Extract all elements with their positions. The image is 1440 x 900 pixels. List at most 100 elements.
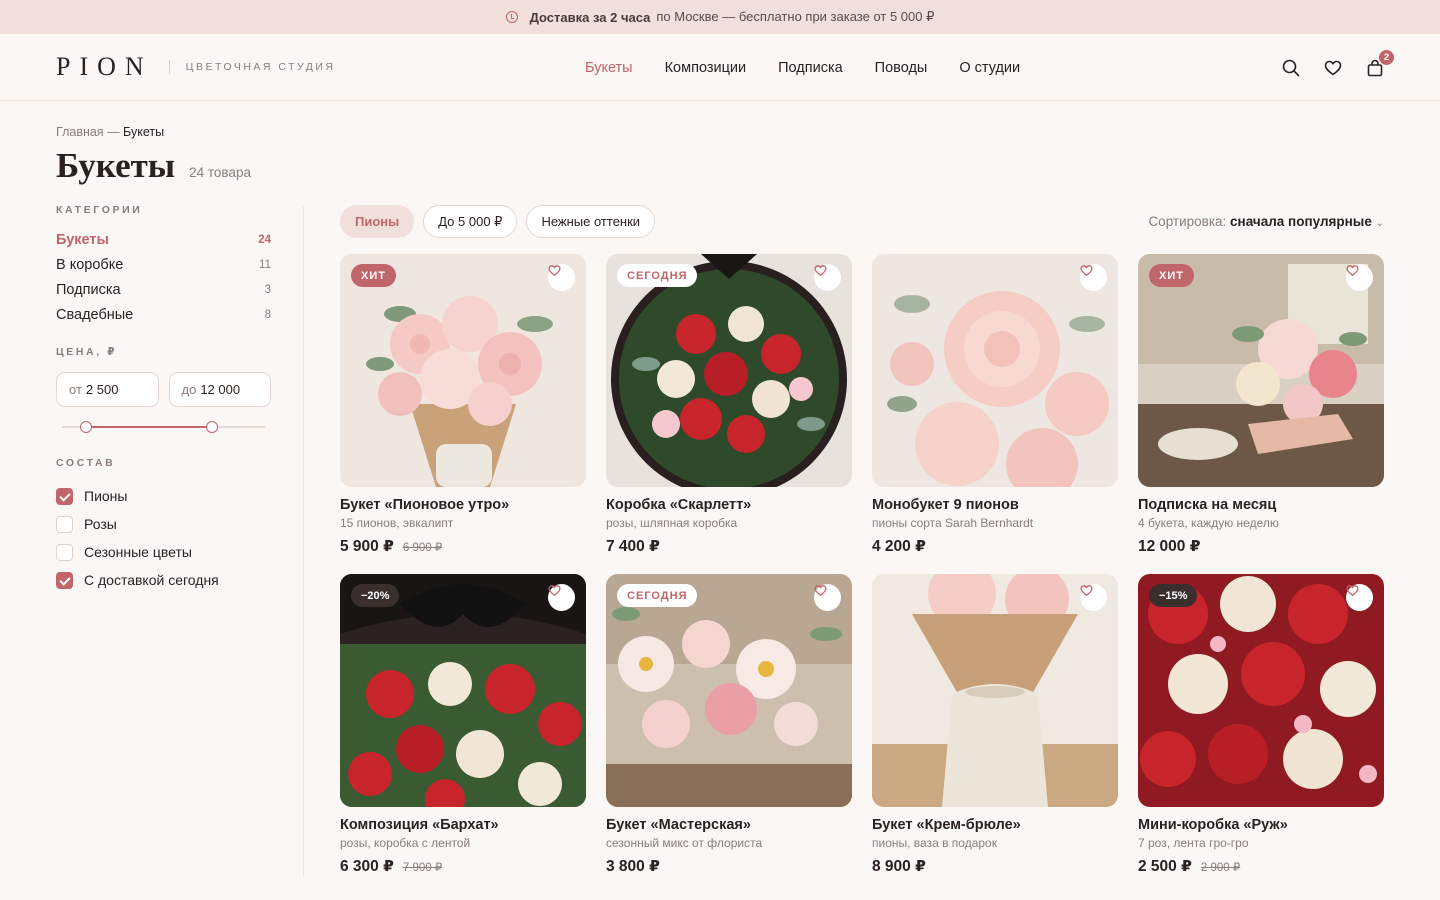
checkbox-checked[interactable]	[56, 571, 73, 589]
nav-occasions[interactable]: Поводы	[875, 60, 928, 76]
product-image[interactable]: −15%	[1138, 574, 1384, 807]
product-price: 7 400 ₽	[606, 538, 660, 555]
category-subscription[interactable]: Подписка 3	[56, 277, 271, 302]
nav-about[interactable]: О студии	[959, 60, 1020, 76]
product-card[interactable]: Букет «Крем-брюле» пионы, ваза в подарок…	[872, 574, 1118, 894]
badge-today: СЕГОДНЯ	[617, 264, 698, 287]
filter-peonies[interactable]: Пионы	[56, 482, 271, 510]
price-range-slider[interactable]	[56, 417, 271, 437]
product-title[interactable]: Монобукет 9 пионов	[872, 497, 1118, 513]
heart-icon[interactable]	[548, 584, 575, 611]
product-card[interactable]: СЕГОДНЯ Коробка «Скарлетт» розы, шляпная…	[606, 254, 852, 574]
filter-seasonal[interactable]: Сезонные цветы	[56, 538, 271, 566]
cart-badge: 2	[1379, 49, 1394, 65]
checkbox[interactable]	[56, 515, 73, 533]
category-count: 24	[258, 233, 271, 246]
product-image[interactable]: ХИТ	[1138, 254, 1384, 487]
filter-roses[interactable]: Розы	[56, 510, 271, 538]
product-description: пионы, ваза в подарок	[872, 836, 997, 850]
product-image[interactable]: ХИТ	[340, 254, 586, 487]
price-to-input[interactable]: до 12 000	[168, 372, 271, 407]
product-grid: ХИТ Букет «Пионовое утро» 15 пионов, эвк…	[340, 254, 1384, 894]
chip-under-5000[interactable]: До 5 000 ₽	[423, 205, 518, 238]
product-card[interactable]: −15% Мини-коробка «Руж» 7 роз, лента гро…	[1138, 574, 1384, 894]
product-title[interactable]: Букет «Мастерская»	[606, 817, 852, 833]
heart-icon[interactable]	[814, 584, 841, 611]
tagline: ЦВЕТОЧНАЯ СТУДИЯ	[185, 61, 336, 73]
category-bouquets[interactable]: Букеты 24	[56, 227, 271, 252]
chip-peonies[interactable]: Пионы	[340, 205, 415, 238]
search-icon[interactable]	[1282, 59, 1300, 77]
product-card[interactable]: ХИТ Подписка на месяц 4 букета, каждую н…	[1138, 254, 1384, 574]
checkbox-label: Сезонные цветы	[84, 544, 192, 560]
slider-max-handle[interactable]	[206, 421, 218, 433]
breadcrumb-current: Букеты	[123, 125, 165, 139]
heart-icon[interactable]	[1080, 264, 1107, 291]
promo-highlight: Доставка за 2 часа	[529, 9, 651, 25]
price-from-input[interactable]: от 2 500	[56, 372, 159, 407]
sort-dropdown[interactable]: Сортировка: сначала популярные ⌄	[1148, 214, 1384, 229]
product-card[interactable]: Монобукет 9 пионов пионы сорта Sarah Ber…	[872, 254, 1118, 574]
price-inputs: от 2 500 до 12 000	[56, 372, 271, 407]
category-label: Подписка	[56, 281, 121, 298]
product-card[interactable]: −20% Композиция «Бархат» розы, коробка с…	[340, 574, 586, 894]
product-price-row: 2 500 ₽ 2 900 ₽	[1138, 857, 1384, 876]
filter-delivery-today[interactable]: С доставкой сегодня	[56, 566, 271, 594]
product-card[interactable]: ХИТ Букет «Пионовое утро» 15 пионов, эвк…	[340, 254, 586, 574]
product-price-row: 3 800 ₽	[606, 857, 852, 876]
nav-compositions[interactable]: Композиции	[665, 60, 747, 76]
heart-icon[interactable]	[1346, 264, 1373, 291]
category-count: 11	[259, 258, 271, 271]
product-image[interactable]	[872, 574, 1118, 807]
logo[interactable]: PION	[56, 52, 153, 82]
product-description: 4 букета, каждую неделю	[1138, 516, 1279, 530]
category-list: Букеты 24 В коробке 11 Подписка 3 Свадеб…	[56, 227, 271, 327]
product-price: 3 800 ₽	[606, 858, 660, 875]
product-image[interactable]: СЕГОДНЯ	[606, 254, 852, 487]
product-image[interactable]	[872, 254, 1118, 487]
heart-icon[interactable]	[1080, 584, 1107, 611]
main-nav: Букеты Композиции Подписка Поводы О студ…	[585, 34, 1020, 101]
nav-bouquets[interactable]: Букеты	[585, 60, 633, 76]
chevron-down-icon: ⌄	[1375, 218, 1384, 229]
product-description: розы, коробка с лентой	[340, 836, 471, 850]
product-image[interactable]: −20%	[340, 574, 586, 807]
category-in-box[interactable]: В коробке 11	[56, 252, 271, 277]
slider-min-handle[interactable]	[80, 421, 92, 433]
heart-icon[interactable]	[814, 264, 841, 291]
cart-icon[interactable]: 2	[1366, 49, 1394, 77]
category-count: 3	[264, 283, 271, 296]
product-price-row: 4 200 ₽	[872, 537, 1118, 556]
product-title[interactable]: Букет «Пионовое утро»	[340, 497, 586, 513]
product-title[interactable]: Мини-коробка «Руж»	[1138, 817, 1384, 833]
page-title: Букеты	[56, 146, 176, 185]
sort-label: Сортировка:	[1148, 214, 1227, 229]
product-image[interactable]: СЕГОДНЯ	[606, 574, 852, 807]
heart-icon[interactable]	[1346, 584, 1373, 611]
active-filters: Пионы До 5 000 ₽ Нежные оттенки	[340, 205, 656, 238]
product-card[interactable]: СЕГОДНЯ Букет «Мастерская» сезонный микс…	[606, 574, 852, 894]
badge-sale: −15%	[1149, 584, 1198, 607]
checkbox[interactable]	[56, 543, 73, 561]
product-price-row: 5 900 ₽ 6 900 ₽	[340, 537, 586, 556]
product-price-row: 8 900 ₽	[872, 857, 1118, 876]
category-wedding[interactable]: Свадебные 8	[56, 302, 271, 327]
product-title[interactable]: Букет «Крем-брюле»	[872, 817, 1118, 833]
slider-range	[86, 426, 212, 428]
product-title[interactable]: Коробка «Скарлетт»	[606, 497, 852, 513]
product-description: пионы сорта Sarah Bernhardt	[872, 516, 1034, 530]
product-title[interactable]: Композиция «Бархат»	[340, 817, 586, 833]
nav-subscription[interactable]: Подписка	[778, 60, 843, 76]
checkbox-label: Розы	[84, 516, 117, 532]
category-label: Букеты	[56, 231, 109, 248]
badge-hit: ХИТ	[1149, 264, 1194, 287]
checkbox-checked[interactable]	[56, 487, 73, 505]
promo-text: по Москве — бесплатно при заказе от 5 00…	[656, 9, 935, 24]
heart-icon[interactable]	[548, 264, 575, 291]
chip-soft-tones[interactable]: Нежные оттенки	[526, 205, 656, 238]
breadcrumb-home[interactable]: Главная	[56, 125, 104, 139]
product-price: 5 900 ₽	[340, 538, 394, 555]
product-title[interactable]: Подписка на месяц	[1138, 497, 1384, 513]
composition-list: Пионы Розы Сезонные цветы С доставкой се…	[56, 482, 271, 594]
heart-icon[interactable]	[1324, 59, 1342, 77]
